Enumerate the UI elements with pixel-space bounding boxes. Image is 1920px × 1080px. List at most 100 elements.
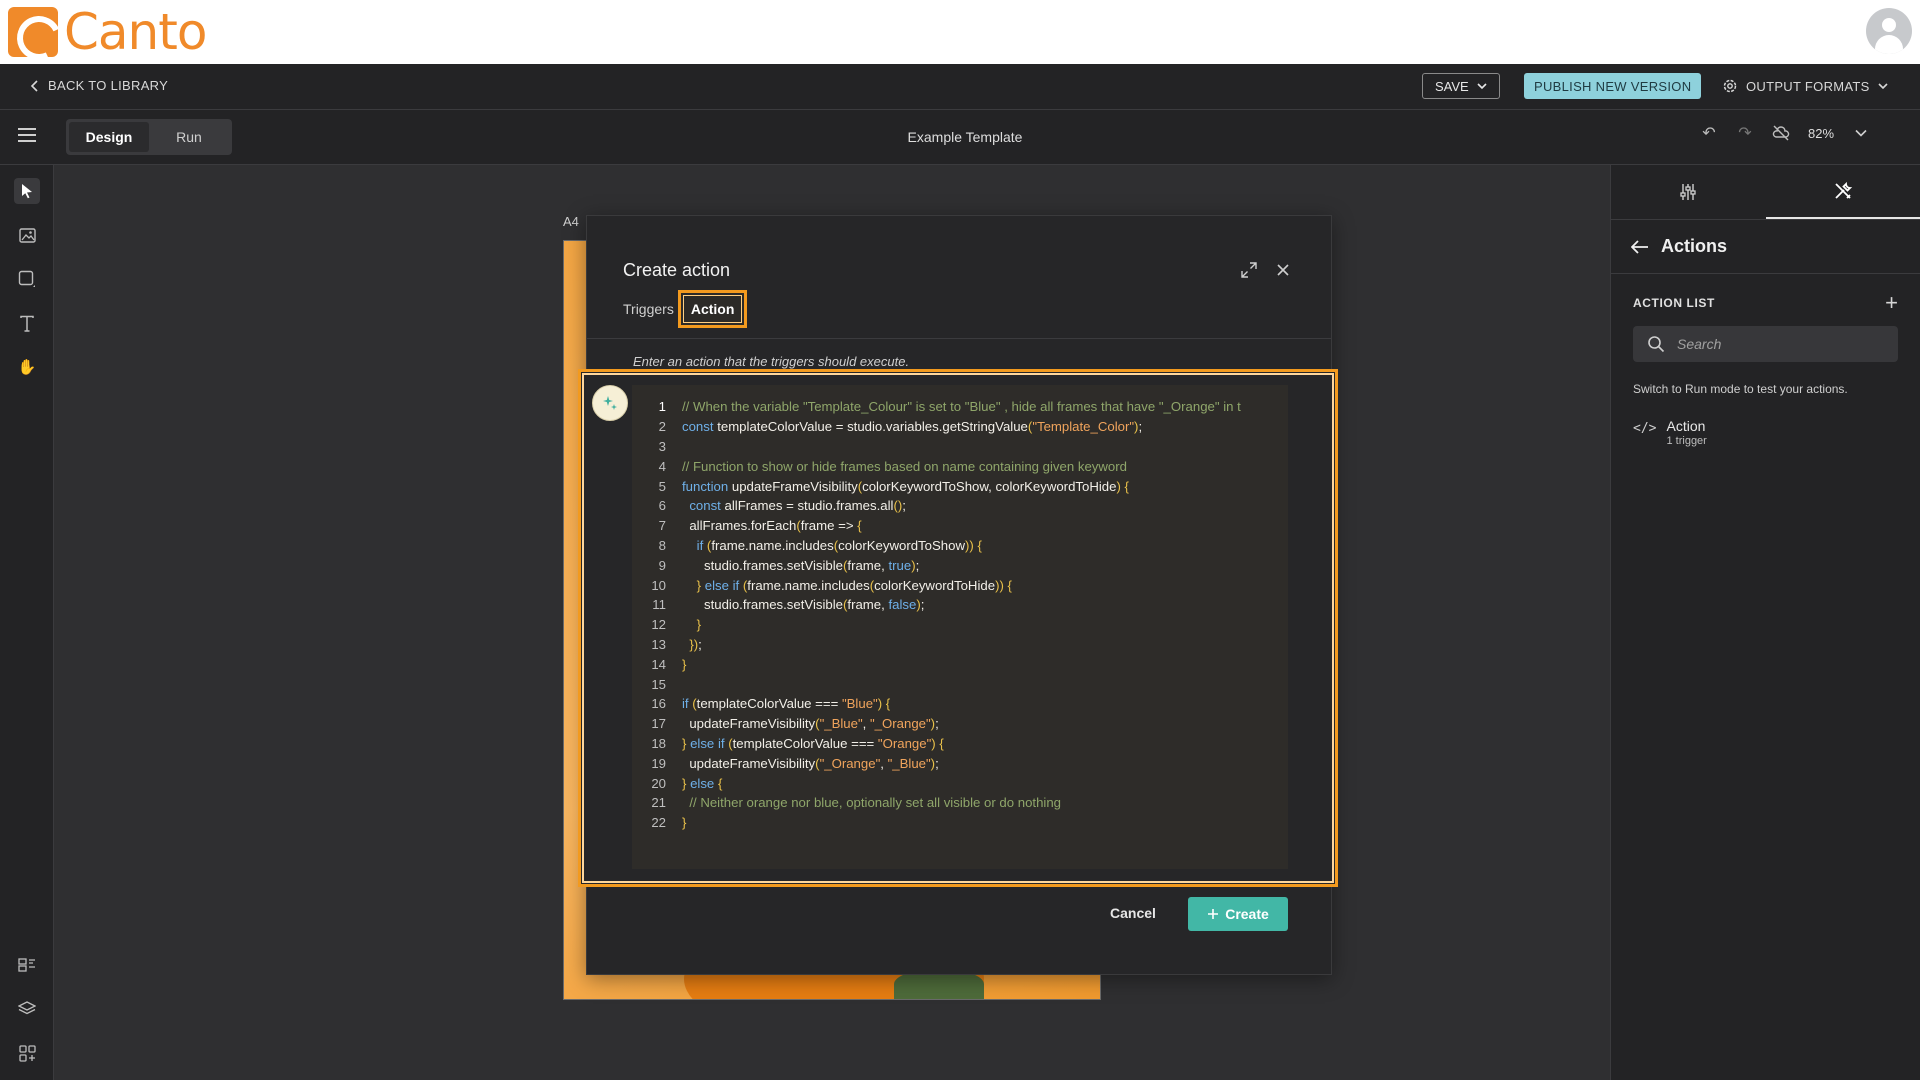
save-button[interactable]: SAVE — [1422, 73, 1500, 99]
document-title: Example Template — [907, 129, 1023, 145]
text-icon[interactable] — [14, 310, 40, 336]
code-line[interactable]: 18} else if (templateColorValue === "Ora… — [632, 734, 1288, 754]
code-line[interactable]: 8 if (frame.name.includes(colorKeywordTo… — [632, 536, 1288, 556]
sliders-icon[interactable] — [1611, 165, 1766, 219]
expand-icon[interactable] — [1239, 260, 1259, 280]
line-number: 3 — [658, 438, 666, 454]
add-action-icon[interactable]: + — [1885, 292, 1898, 314]
code-text: studio.frames.setVisible(frame, false); — [682, 597, 925, 613]
code-line[interactable]: 1 // When the variable "Template_Colour" … — [632, 397, 1288, 417]
brand-bar: Canto — [0, 0, 1920, 64]
tab-triggers[interactable]: Triggers — [623, 293, 674, 325]
variables-icon[interactable] — [14, 1040, 40, 1066]
code-line[interactable]: 9 studio.frames.setVisible(frame, true); — [632, 555, 1288, 575]
output-formats-menu[interactable]: OUTPUT FORMATS — [1722, 73, 1888, 99]
code-text: // Function to show or hide frames based… — [682, 458, 1127, 474]
line-number: 8 — [658, 537, 666, 553]
code-line[interactable]: 7 allFrames.forEach(frame => { — [632, 516, 1288, 536]
chevron-left-icon — [30, 79, 38, 92]
arrow-left-icon[interactable] — [1631, 239, 1649, 254]
line-number: 17 — [651, 716, 666, 732]
line-number: 7 — [658, 518, 666, 534]
code-line[interactable]: 15 — [632, 674, 1288, 694]
line-number: 14 — [651, 656, 666, 672]
action-list-item[interactable]: </> Action 1 trigger — [1633, 418, 1898, 447]
line-number: 18 — [651, 735, 666, 751]
action-search-input[interactable] — [1677, 336, 1877, 352]
tools-icon[interactable] — [1765, 165, 1920, 219]
code-text: } else { — [682, 775, 723, 791]
hand-icon[interactable]: ✋ — [14, 354, 40, 380]
line-number: 21 — [651, 795, 666, 811]
tab-action[interactable]: Action — [677, 290, 748, 328]
line-number: 10 — [651, 577, 666, 593]
action-list-label: ACTION LIST — [1633, 296, 1715, 310]
action-name: Action — [1666, 418, 1706, 434]
ai-assist-icon[interactable] — [592, 385, 628, 421]
code-line[interactable]: 11 studio.frames.setVisible(frame, false… — [632, 595, 1288, 615]
components-icon[interactable] — [14, 952, 40, 978]
code-text: if (templateColorValue === "Blue") { — [682, 696, 891, 712]
brand-name: Canto — [64, 3, 207, 61]
code-line[interactable]: 3 — [632, 437, 1288, 457]
create-button[interactable]: Create — [1188, 897, 1288, 931]
line-number: 5 — [658, 478, 666, 494]
select-icon[interactable] — [14, 178, 40, 204]
right-panel: Actions ACTION LIST + Switch to Run mode… — [1610, 165, 1920, 1080]
create-label: Create — [1225, 906, 1269, 922]
line-number: 9 — [658, 557, 666, 573]
code-line[interactable]: 19 updateFrameVisibility("_Orange", "_Bl… — [632, 753, 1288, 773]
output-formats-label: OUTPUT FORMATS — [1746, 78, 1870, 94]
cloud-off-icon[interactable] — [1772, 124, 1790, 142]
code-line[interactable]: 16 if (templateColorValue === "Blue") { — [632, 694, 1288, 714]
code-text: } — [682, 815, 687, 831]
code-text: updateFrameVisibility("_Orange", "_Blue"… — [682, 755, 939, 771]
code-text: } — [682, 656, 687, 672]
code-line[interactable]: 20 } else { — [632, 773, 1288, 793]
code-line[interactable]: 13 }); — [632, 635, 1288, 655]
code-text: updateFrameVisibility("_Blue", "_Orange"… — [682, 716, 939, 732]
shape-icon[interactable] — [14, 266, 40, 292]
cancel-button[interactable]: Cancel — [1100, 900, 1166, 926]
code-text: } — [696, 617, 702, 633]
user-avatar[interactable] — [1866, 8, 1912, 54]
code-text: // Neither orange nor blue, optionally s… — [689, 795, 1061, 811]
code-text: const templateColorValue = studio.variab… — [682, 419, 1143, 435]
code-line[interactable]: 14} — [632, 654, 1288, 674]
search-icon — [1648, 336, 1665, 353]
image-icon[interactable] — [14, 222, 40, 248]
code-line[interactable]: 10 } else if (frame.name.includes(colorK… — [632, 575, 1288, 595]
code-line[interactable]: 17 updateFrameVisibility("_Blue", "_Oran… — [632, 714, 1288, 734]
zoom-level[interactable]: 82% — [1808, 126, 1834, 141]
code-line[interactable]: 2 const templateColorValue = studio.varia… — [632, 417, 1288, 437]
run-mode-note: Switch to Run mode to test your actions. — [1633, 382, 1848, 396]
publish-new-version-button[interactable]: PUBLISH NEW VERSION — [1524, 73, 1702, 99]
close-icon[interactable] — [1273, 260, 1293, 280]
line-number: 1 — [658, 399, 666, 415]
layers-icon[interactable] — [14, 996, 40, 1022]
code-line[interactable]: 4 // Function to show or hide frames base… — [632, 456, 1288, 476]
code-text: const allFrames = studio.frames.all(); — [689, 498, 906, 514]
back-to-library-label: BACK TO LIBRARY — [48, 78, 169, 93]
undo-icon[interactable]: ↶ — [1700, 124, 1718, 142]
dialog-divider — [587, 338, 1331, 339]
redo-icon[interactable]: ↷ — [1736, 124, 1754, 142]
code-text: if (frame.name.includes(colorKeywordToSh… — [696, 537, 982, 553]
code-line[interactable]: 22} — [632, 813, 1288, 833]
code-editor[interactable]: 1 // When the variable "Template_Colour" … — [632, 385, 1288, 869]
chevron-down-icon[interactable] — [1852, 124, 1870, 142]
line-number: 20 — [651, 775, 666, 791]
code-line[interactable]: 5 function updateFrameVisibility(colorKey… — [632, 476, 1288, 496]
line-number: 2 — [658, 419, 666, 435]
back-to-library-link[interactable]: BACK TO LIBRARY — [30, 78, 168, 93]
line-number: 16 — [651, 696, 666, 712]
code-line[interactable]: 6 const allFrames = studio.frames.all(); — [632, 496, 1288, 516]
action-list-section: ACTION LIST + Switch to Run mode to test… — [1611, 274, 1920, 447]
code-line[interactable]: 21 // Neither orange nor blue, optionall… — [632, 793, 1288, 813]
code-text: allFrames.forEach(frame => { — [682, 518, 862, 534]
code-line[interactable]: 12 } — [632, 615, 1288, 635]
action-trigger-count: 1 trigger — [1666, 435, 1707, 447]
canto-logo[interactable]: Canto — [8, 3, 207, 61]
save-label: SAVE — [1435, 78, 1469, 94]
line-number: 13 — [651, 636, 666, 652]
